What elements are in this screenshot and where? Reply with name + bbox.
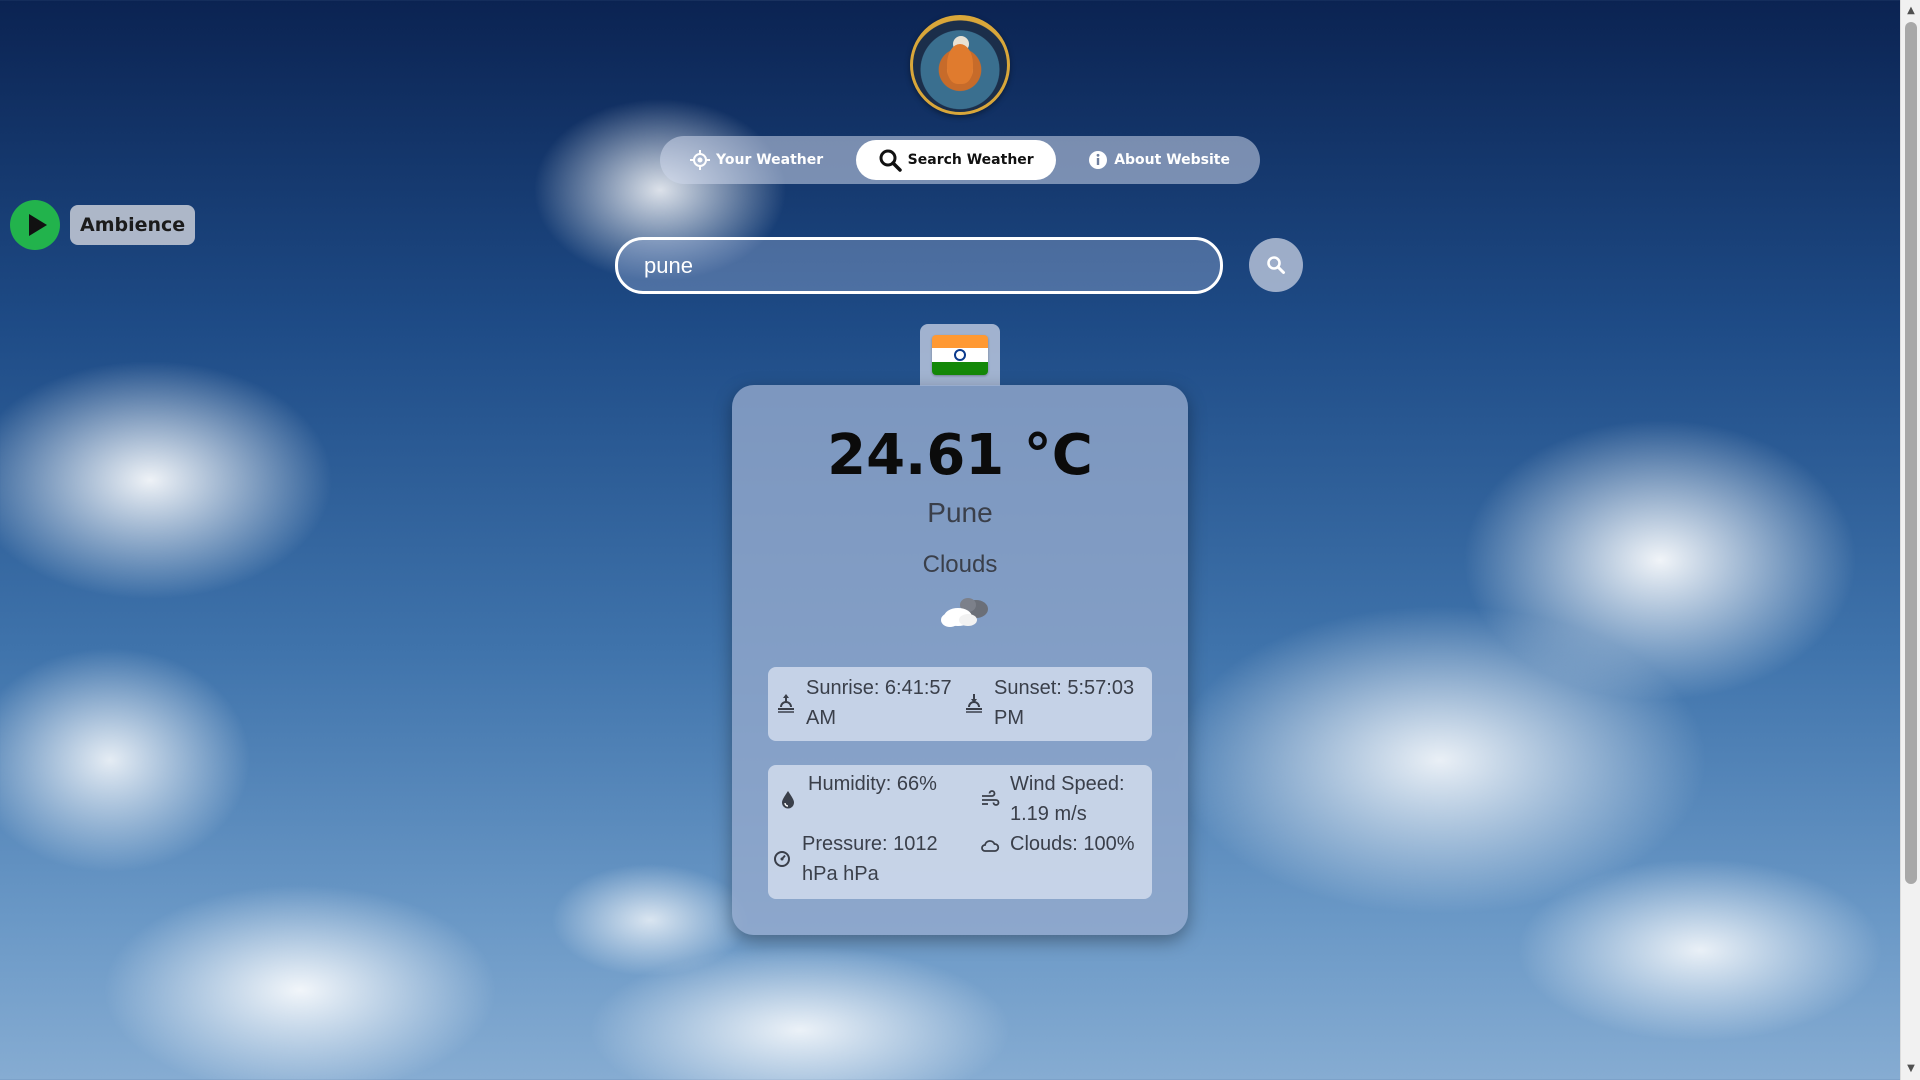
search-submit-button[interactable] — [1249, 238, 1303, 292]
cloud-outline-icon — [981, 840, 1000, 852]
scroll-thumb[interactable] — [1905, 22, 1917, 884]
sunrise-icon — [778, 694, 794, 713]
humidity-item: Humidity: 66% — [778, 769, 958, 809]
weather-baba-logo — [910, 15, 1010, 115]
logo-sage-figure — [947, 44, 973, 84]
crosshair-icon — [690, 150, 710, 170]
page-scrollbar[interactable]: ▲ ▼ — [1900, 0, 1920, 1080]
search-icon — [1267, 256, 1285, 274]
sun-times-box: Sunrise: 6:41:57 AM Sunset: 5:57:03 PM — [768, 667, 1152, 741]
humidity-drop-icon — [782, 791, 794, 809]
city-name: Pune — [927, 497, 993, 528]
nav-search-weather-label: Search Weather — [907, 152, 1034, 168]
weather-stats-box: Humidity: 66% Wind Speed: 1.19 m/s Press… — [768, 765, 1152, 899]
weather-condition: Clouds — [922, 551, 998, 578]
cloud-icon — [941, 598, 988, 627]
main-nav: Your Weather Search Weather About Websit… — [660, 136, 1260, 184]
city-search-input[interactable] — [615, 237, 1223, 294]
humidity-text: Humidity: 66% — [808, 773, 937, 795]
sunset-item: Sunset: 5:57:03 PM — [964, 673, 1148, 733]
pressure-gauge-icon — [774, 851, 790, 867]
scroll-up-arrow-icon[interactable]: ▲ — [1901, 2, 1920, 20]
nav-your-weather[interactable]: Your Weather — [668, 140, 845, 180]
nav-your-weather-label: Your Weather — [716, 152, 824, 168]
search-icon — [879, 149, 902, 172]
ambience-label: Ambience — [70, 205, 196, 245]
pressure-item: Pressure: 1012 hPa hPa — [772, 829, 968, 889]
nav-search-weather[interactable]: Search Weather — [855, 140, 1056, 180]
country-flag-tab — [920, 324, 1000, 386]
clouds-item: Clouds: 100% — [980, 829, 1152, 859]
temperature-value: 24.61 °C — [827, 423, 1093, 488]
weather-card: 24.61 °C Pune Clouds Sunrise: 6:41:57 AM — [732, 385, 1188, 935]
scroll-down-arrow-icon[interactable]: ▼ — [1901, 1060, 1920, 1078]
sunset-icon — [966, 694, 982, 713]
info-icon — [1089, 151, 1108, 169]
ambience-play-button[interactable] — [10, 200, 60, 250]
play-icon — [28, 214, 47, 236]
wind-icon — [982, 790, 1000, 806]
sunrise-text: Sunrise: 6:41:57 AM — [806, 677, 952, 729]
nav-about-website[interactable]: About Website — [1066, 140, 1252, 180]
pressure-text: Pressure: 1012 hPa hPa — [802, 833, 938, 885]
nav-about-website-label: About Website — [1114, 152, 1230, 168]
sunset-text: Sunset: 5:57:03 PM — [994, 677, 1135, 729]
sunrise-item: Sunrise: 6:41:57 AM — [776, 673, 966, 733]
india-flag-icon — [932, 335, 988, 375]
wind-speed-text: Wind Speed: 1.19 m/s — [1010, 773, 1125, 825]
clouds-text: Clouds: 100% — [1010, 833, 1135, 855]
wind-item: Wind Speed: 1.19 m/s — [980, 769, 1150, 829]
